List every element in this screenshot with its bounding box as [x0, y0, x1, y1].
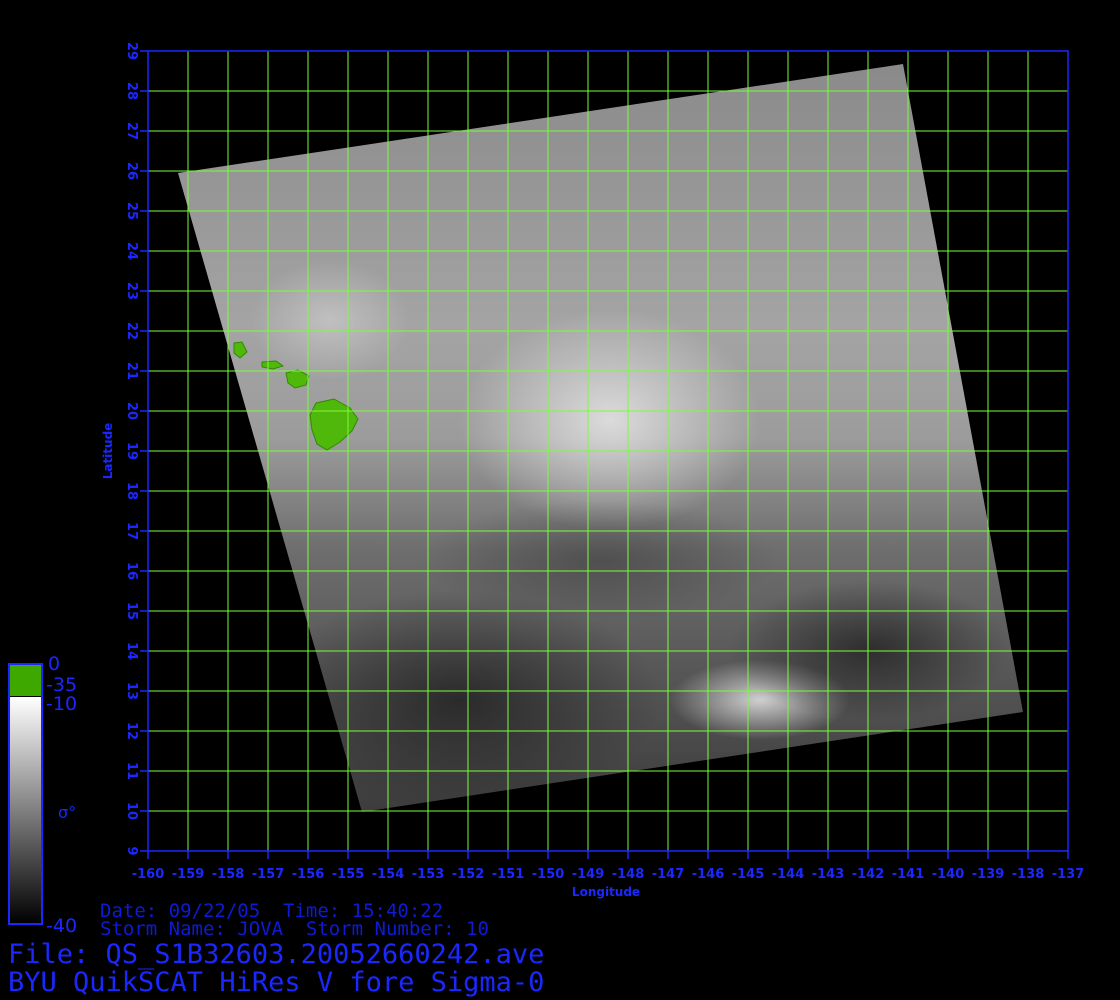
latitude-tick-label: 23 — [124, 282, 139, 300]
latitude-tick-label: 26 — [124, 162, 139, 180]
longitude-tick-label: -139 — [972, 867, 1005, 882]
longitude-tick-label: -141 — [892, 867, 925, 882]
longitude-tick-label: -144 — [772, 867, 805, 882]
latitude-tick-label: 16 — [124, 562, 139, 580]
longitude-tick-label: -140 — [932, 867, 965, 882]
latitude-tick-label: 15 — [124, 602, 139, 620]
longitude-tick-label: -148 — [612, 867, 645, 882]
latitude-tick-label: 21 — [124, 362, 139, 380]
colorbar-top-label: 0 — [48, 653, 61, 675]
file-name-line: File: QS_S1B32603.20052660242.ave — [8, 939, 545, 970]
longitude-tick-label: -151 — [492, 867, 525, 882]
storm-info-line: Storm Name: JOVA Storm Number: 10 — [100, 918, 489, 940]
lat-lon-grid — [147, 50, 1069, 852]
longitude-tick-label: -146 — [692, 867, 725, 882]
longitude-tick-label: -154 — [372, 867, 405, 882]
longitude-tick-label: -150 — [532, 867, 565, 882]
longitude-tick-label: -155 — [332, 867, 365, 882]
satellite-swath — [178, 64, 1023, 812]
longitude-tick-label: -152 — [452, 867, 485, 882]
longitude-tick-label: -156 — [292, 867, 325, 882]
colorbar-upper-label: -10 — [46, 693, 78, 715]
longitude-tick-label: -138 — [1012, 867, 1045, 882]
y-axis-title: Latitude — [101, 423, 115, 480]
latitude-tick-label: 20 — [124, 402, 139, 420]
latitude-tick-label: 19 — [124, 442, 139, 460]
quikscat-image-viewer: -160 -159 -158 -157 -156 -155 -154 -153 -152 -151… — [0, 0, 1120, 1000]
x-axis-title: Longitude — [572, 885, 640, 899]
latitude-tick-label: 17 — [124, 522, 139, 540]
latitude-tick-label: 18 — [124, 482, 139, 500]
longitude-tick-label: -159 — [172, 867, 205, 882]
latitude-tick-label: 10 — [124, 802, 139, 820]
longitude-tick-label: -143 — [812, 867, 845, 882]
longitude-tick-label: -147 — [652, 867, 685, 882]
latitude-tick-label: 28 — [124, 82, 139, 100]
latitude-axis: 9 10 11 12 13 14 15 16 17 18 19 20 21 22 23 24 25 26 27 28 2… — [124, 42, 148, 856]
longitude-tick-label: -160 — [132, 867, 165, 882]
latitude-tick-label: 29 — [124, 42, 139, 60]
longitude-tick-label: -153 — [412, 867, 445, 882]
sigma0-map[interactable]: -160 -159 -158 -157 -156 -155 -154 -153 -152 -151… — [0, 0, 1120, 1000]
latitude-tick-label: 13 — [124, 682, 139, 700]
latitude-tick-label: 11 — [124, 762, 139, 780]
latitude-tick-label: 22 — [124, 322, 139, 340]
longitude-axis: -160 -159 -158 -157 -156 -155 -154 -153 -152 -151… — [132, 851, 1085, 882]
latitude-tick-label: 24 — [124, 242, 139, 260]
longitude-tick-label: -137 — [1052, 867, 1085, 882]
longitude-tick-label: -142 — [852, 867, 885, 882]
colorbar-symbol: σ° — [58, 803, 77, 822]
longitude-tick-label: -149 — [572, 867, 605, 882]
latitude-tick-label: 12 — [124, 722, 139, 740]
sigma0-colorbar — [8, 663, 43, 925]
latitude-tick-label: 25 — [124, 202, 139, 220]
latitude-tick-label: 27 — [124, 122, 139, 140]
colorbar-bottom-label: -40 — [46, 915, 78, 937]
longitude-tick-label: -158 — [212, 867, 245, 882]
product-title-line: BYU QuikSCAT HiRes V fore Sigma-0 — [8, 967, 545, 998]
longitude-tick-label: -145 — [732, 867, 765, 882]
latitude-tick-label: 9 — [124, 846, 139, 855]
latitude-tick-label: 14 — [124, 642, 139, 660]
colorbar-gradient-segment — [9, 697, 42, 924]
longitude-tick-label: -157 — [252, 867, 285, 882]
colorbar-land-segment — [9, 664, 42, 696]
